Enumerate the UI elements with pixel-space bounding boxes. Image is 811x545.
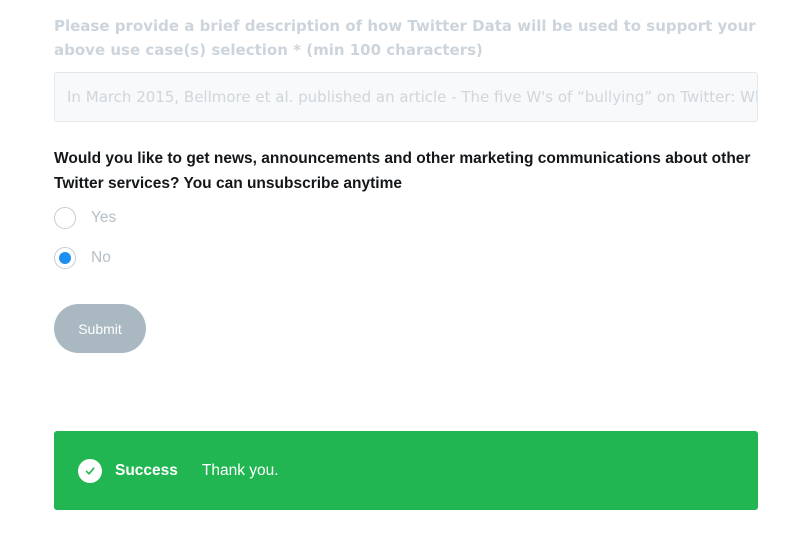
radio-yes-button[interactable]: [54, 207, 76, 229]
description-field-label: Please provide a brief description of ho…: [54, 17, 756, 59]
radio-option-yes[interactable]: Yes: [54, 206, 116, 230]
alert-message: Thank you.: [201, 461, 279, 479]
checkmark-icon: [78, 458, 102, 483]
radio-yes-label: Yes: [91, 209, 117, 226]
success-alert: Success Thank you.: [54, 431, 758, 510]
radio-no-button[interactable]: [54, 247, 76, 269]
alert-title: Success: [115, 461, 178, 479]
form-page: Please provide a brief description of ho…: [0, 0, 811, 545]
description-input[interactable]: In March 2015, Bellmore et al. published…: [54, 72, 758, 122]
radio-option-no[interactable]: No: [54, 246, 111, 270]
radio-no-label: No: [91, 249, 111, 266]
marketing-question-label: Would you like to get news, announcement…: [54, 150, 751, 192]
submit-button[interactable]: Submit: [54, 304, 146, 353]
